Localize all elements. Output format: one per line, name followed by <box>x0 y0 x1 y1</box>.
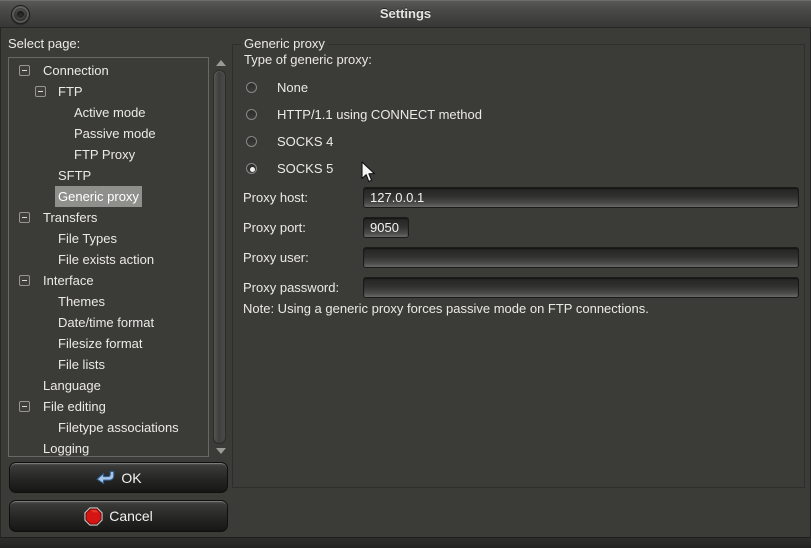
collapse-minus-icon[interactable] <box>35 86 46 97</box>
tree-item-label: SFTP <box>55 165 94 186</box>
cancel-button[interactable]: Cancel <box>9 500 228 532</box>
radio-label: SOCKS 5 <box>277 161 333 176</box>
radio-socks-4[interactable]: SOCKS 4 <box>244 133 333 151</box>
radio-unselected-icon[interactable] <box>246 82 257 93</box>
proxy-password-label: Proxy password: <box>243 277 339 298</box>
window-bottom-edge <box>0 537 811 548</box>
tree-item-filesize-format[interactable]: Filesize format <box>9 333 208 354</box>
tree-item-sftp[interactable]: SFTP <box>9 165 208 186</box>
tree-item-language[interactable]: Language <box>9 375 208 396</box>
tree-item-label: File lists <box>55 354 108 375</box>
tree-item-interface[interactable]: Interface <box>9 270 208 291</box>
tree-item-label: Transfers <box>40 207 100 228</box>
tree-item-label: Connection <box>40 60 112 81</box>
tree-item-transfers[interactable]: Transfers <box>9 207 208 228</box>
tree-item-date-time-format[interactable]: Date/time format <box>9 312 208 333</box>
tree-item-file-types[interactable]: File Types <box>9 228 208 249</box>
collapse-minus-icon[interactable] <box>19 65 30 76</box>
scrollbar-thumb[interactable] <box>213 70 226 444</box>
enter-arrow-icon <box>95 469 115 486</box>
scroll-down-icon[interactable] <box>216 448 226 454</box>
tree-item-passive-mode[interactable]: Passive mode <box>9 123 208 144</box>
radio-http-1-1-using-connect-method[interactable]: HTTP/1.1 using CONNECT method <box>244 106 482 124</box>
tree-item-file-lists[interactable]: File lists <box>9 354 208 375</box>
tree-item-label: FTP <box>55 81 86 102</box>
tree-item-file-exists-action[interactable]: File exists action <box>9 249 208 270</box>
collapse-minus-icon[interactable] <box>19 275 30 286</box>
radio-selected-icon[interactable] <box>246 163 257 174</box>
tree-item-ftp[interactable]: FTP <box>9 81 208 102</box>
collapse-minus-icon[interactable] <box>19 212 30 223</box>
radio-label: HTTP/1.1 using CONNECT method <box>277 107 482 122</box>
tree-item-label: Filetype associations <box>55 417 182 438</box>
radio-unselected-icon[interactable] <box>246 109 257 120</box>
scroll-up-icon[interactable] <box>216 60 226 66</box>
tree-item-label: File editing <box>40 396 109 417</box>
tree-item-label: Themes <box>55 291 108 312</box>
radio-none[interactable]: None <box>244 79 308 97</box>
tree-item-generic-proxy[interactable]: Generic proxy <box>9 186 208 207</box>
proxy-host-input[interactable] <box>363 187 799 208</box>
cancel-button-label: Cancel <box>109 508 153 524</box>
radio-label: None <box>277 80 308 95</box>
window-title: Settings <box>0 0 811 28</box>
tree-item-label: Language <box>40 375 104 396</box>
tree-item-ftp-proxy[interactable]: FTP Proxy <box>9 144 208 165</box>
tree-item-logging[interactable]: Logging <box>9 438 208 457</box>
stop-sign-icon <box>84 507 103 526</box>
page-tree[interactable]: ConnectionFTPActive modePassive modeFTP … <box>8 57 209 457</box>
tree-item-label: Logging <box>40 438 92 457</box>
tree-item-label: Passive mode <box>71 123 159 144</box>
tree-item-label: Filesize format <box>55 333 146 354</box>
radio-unselected-icon[interactable] <box>246 136 257 147</box>
tree-scrollbar[interactable] <box>210 57 230 457</box>
tree-item-file-editing[interactable]: File editing <box>9 396 208 417</box>
tree-item-label: File exists action <box>55 249 157 270</box>
tree-item-label: Generic proxy <box>55 186 142 207</box>
tree-item-label: File Types <box>55 228 120 249</box>
radio-label: SOCKS 4 <box>277 134 333 149</box>
select-page-label: Select page: <box>8 36 80 51</box>
tree-item-label: Date/time format <box>55 312 157 333</box>
ok-button-label: OK <box>121 470 141 486</box>
proxy-host-label: Proxy host: <box>243 187 308 208</box>
tree-item-active-mode[interactable]: Active mode <box>9 102 208 123</box>
proxy-password-input[interactable] <box>363 277 799 298</box>
proxy-user-input[interactable] <box>363 247 799 268</box>
tree-item-filetype-associations[interactable]: Filetype associations <box>9 417 208 438</box>
radio-socks-5[interactable]: SOCKS 5 <box>244 160 333 178</box>
tree-item-connection[interactable]: Connection <box>9 60 208 81</box>
proxy-user-label: Proxy user: <box>243 247 309 268</box>
collapse-minus-icon[interactable] <box>19 401 30 412</box>
generic-proxy-group: Generic proxy Type of generic proxy: Not… <box>232 44 805 488</box>
title-bar: Settings <box>0 0 811 28</box>
group-legend: Generic proxy <box>241 36 328 51</box>
proxy-port-input[interactable] <box>363 217 409 238</box>
proxy-note: Note: Using a generic proxy forces passi… <box>243 301 649 316</box>
type-of-proxy-label: Type of generic proxy: <box>244 52 372 67</box>
tree-item-themes[interactable]: Themes <box>9 291 208 312</box>
tree-item-label: FTP Proxy <box>71 144 138 165</box>
proxy-port-label: Proxy port: <box>243 217 306 238</box>
tree-item-label: Interface <box>40 270 97 291</box>
ok-button[interactable]: OK <box>9 462 228 493</box>
tree-item-label: Active mode <box>71 102 149 123</box>
settings-window: Settings Select page: ConnectionFTPActiv… <box>0 0 811 548</box>
